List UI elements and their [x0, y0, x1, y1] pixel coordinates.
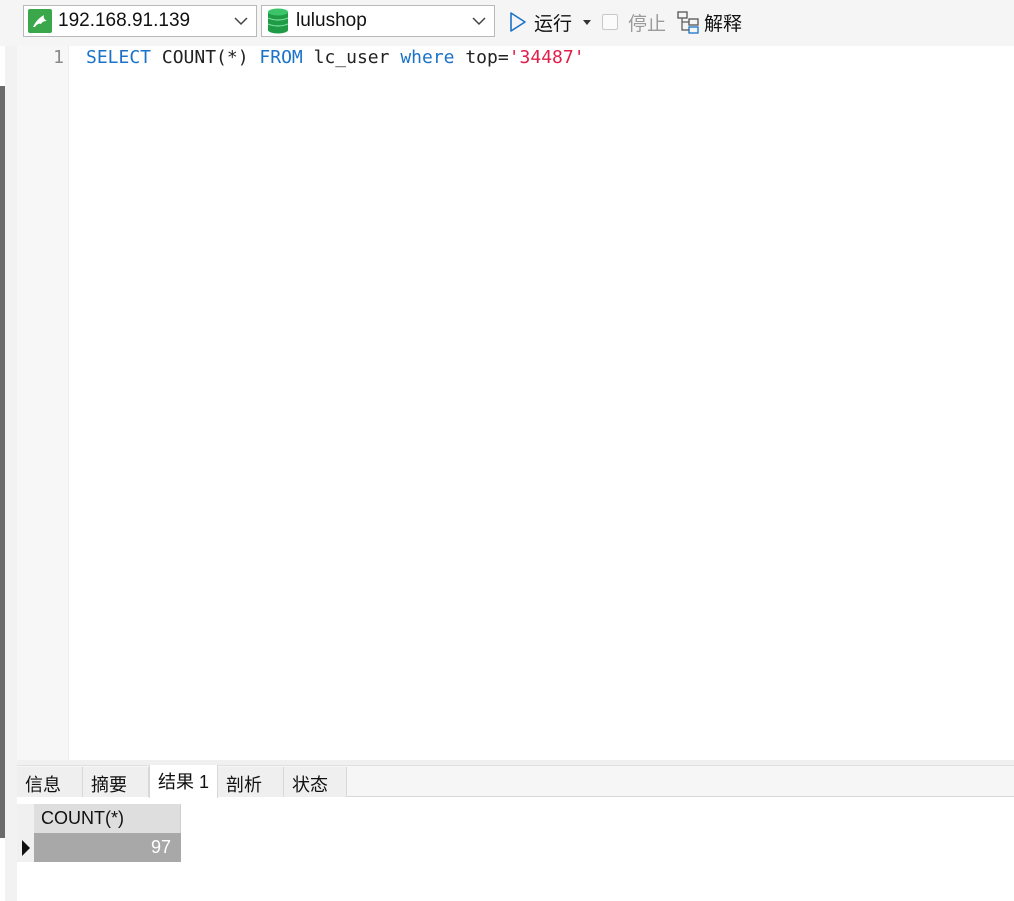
play-icon — [510, 12, 526, 32]
run-label: 运行 — [534, 13, 573, 35]
tab-info[interactable]: 信息 — [17, 767, 83, 797]
database-select[interactable]: lulushop — [261, 5, 495, 37]
result-grid: COUNT(*) 97 — [17, 798, 1014, 901]
dolphin-icon — [28, 9, 52, 33]
database-value: lulushop — [296, 10, 367, 31]
tab-result-1[interactable]: 结果 1 — [149, 765, 218, 798]
sql-keyword: where — [400, 47, 455, 68]
line-number-gutter: 1 — [17, 46, 69, 760]
sql-query-window: 192.168.91.139 lulushop 运行 停止 解释 1 SELEC… — [0, 0, 1014, 901]
database-icon — [267, 8, 289, 34]
sql-editor[interactable]: 1 SELECT COUNT(*) FROM lc_user where top… — [17, 46, 1014, 760]
tab-summary[interactable]: 摘要 — [83, 767, 149, 797]
explain-plan-icon — [677, 11, 699, 34]
code-line[interactable]: SELECT COUNT(*) FROM lc_user where top='… — [86, 47, 585, 68]
line-number: 1 — [53, 47, 64, 68]
left-accent-strip — [0, 86, 5, 838]
tab-status[interactable]: 状态 — [284, 767, 347, 797]
stop-label: 停止 — [628, 13, 667, 35]
connection-value: 192.168.91.139 — [58, 10, 191, 31]
sql-string-literal: '34487' — [508, 47, 585, 68]
sql-keyword: FROM — [259, 47, 303, 68]
query-toolbar: 192.168.91.139 lulushop 运行 停止 解释 — [0, 0, 1014, 46]
sql-text: top= — [454, 47, 509, 68]
connection-select[interactable]: 192.168.91.139 — [23, 5, 257, 37]
stop-button[interactable]: 停止 — [602, 8, 666, 36]
chevron-down-icon — [234, 17, 248, 26]
sql-text: COUNT(*) — [151, 47, 260, 68]
stop-icon — [602, 14, 618, 30]
run-button[interactable]: 运行 — [508, 8, 592, 36]
explain-label: 解释 — [704, 13, 743, 35]
table-cell[interactable]: 97 — [34, 833, 181, 862]
caret-down-icon[interactable] — [582, 18, 592, 26]
current-row-arrow-icon — [22, 840, 30, 856]
column-header[interactable]: COUNT(*) — [34, 804, 181, 833]
sql-keyword: SELECT — [86, 47, 152, 68]
chevron-down-icon — [472, 17, 486, 26]
result-tabs: 信息 摘要 结果 1 剖析 状态 — [17, 765, 1014, 798]
explain-button[interactable]: 解释 — [676, 8, 742, 36]
tab-profile[interactable]: 剖析 — [218, 767, 284, 797]
sql-text: lc_user — [302, 47, 401, 68]
left-pane-edge — [5, 46, 17, 901]
